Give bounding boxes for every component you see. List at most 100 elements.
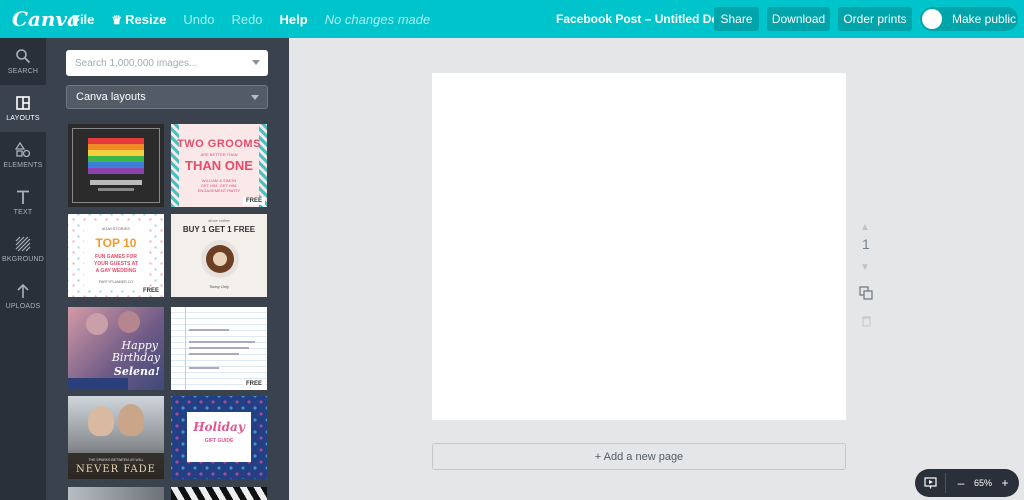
rail-uploads[interactable]: UPLOADS: [0, 273, 46, 320]
thumb-heading: Holiday: [193, 420, 245, 434]
decorative-text-block: [189, 353, 239, 355]
download-button[interactable]: Download: [767, 7, 830, 31]
free-badge: FREE: [242, 380, 265, 388]
thumb-heading: NEVER FADE: [76, 464, 156, 475]
thumb-script: Birthday: [111, 351, 160, 364]
rail-layouts[interactable]: LAYOUTS: [0, 85, 46, 132]
move-page-up-icon[interactable]: ▲: [860, 222, 870, 233]
duplicate-page-icon[interactable]: [859, 286, 873, 300]
thumb-script: Selena!: [113, 365, 160, 378]
rail-elements-label: ELEMENTS: [3, 162, 43, 169]
decorative-text-block: [189, 329, 229, 331]
menu-resize[interactable]: ♛ Resize: [111, 12, 166, 27]
thumb-detail: ENGAGEMENT PARTY: [197, 188, 241, 193]
thumb-line: FUN GAMES FOR: [95, 254, 137, 260]
delete-page-icon[interactable]: [861, 314, 872, 327]
decorative-text-block: [189, 341, 255, 343]
thumb-footer: PARTYPLANNER.CO: [98, 280, 134, 284]
share-button[interactable]: Share: [714, 7, 759, 31]
layout-source-select[interactable]: Canva layouts: [66, 85, 268, 109]
layout-thumb-never-fade[interactable]: THE SPARKS BETWEEN US WILL NEVER FADE: [68, 396, 164, 479]
shapes-icon: [15, 142, 31, 158]
design-page[interactable]: [432, 73, 846, 420]
move-page-down-icon[interactable]: ▼: [860, 262, 870, 273]
crown-icon: ♛: [111, 12, 123, 27]
menu-redo[interactable]: Redo: [231, 12, 262, 27]
layout-thumb-letter[interactable]: FREE: [171, 307, 267, 390]
layout-thumb-rainbow[interactable]: [68, 124, 164, 207]
layout-thumb-partial[interactable]: [68, 487, 164, 500]
zoom-out-button[interactable]: –: [952, 476, 970, 490]
free-badge: FREE: [242, 197, 265, 205]
menu-help[interactable]: Help: [280, 12, 308, 27]
photo-face: [88, 406, 114, 436]
image-search-input[interactable]: Search 1,000,000 images...: [66, 50, 268, 76]
zoom-level: 65%: [973, 478, 992, 488]
layouts-panel: Search 1,000,000 images... Canva layouts…: [46, 38, 289, 500]
presentation-icon: [923, 477, 937, 489]
decorative-text-block: [90, 180, 142, 185]
rail-text-label: TEXT: [13, 209, 33, 216]
thumb-subheading: GIFT GUIDE: [204, 438, 234, 444]
page-number: 1: [862, 236, 870, 252]
rail-search-label: SEARCH: [7, 68, 39, 75]
layout-source-value: Canva layouts: [76, 91, 146, 103]
thumb-heading: BUY 1 GET 1 FREE: [182, 225, 256, 234]
thumb-line: A GAY WEDDING: [95, 268, 137, 274]
rail-layouts-label: LAYOUTS: [6, 115, 40, 122]
add-page-button[interactable]: + Add a new page: [432, 443, 846, 470]
layouts-icon: [16, 96, 30, 110]
main-menu: File ♛ Resize Undo Redo Help No changes m…: [72, 12, 430, 27]
footer-band: [68, 378, 128, 390]
rail-background[interactable]: BKGROUND: [0, 226, 46, 273]
background-icon: [15, 236, 31, 252]
upload-arrow-icon: [17, 283, 29, 298]
left-rail: SEARCH LAYOUTS ELEMENTS TEXT BKGROUND UP…: [0, 38, 46, 500]
thumb-heading: TOP 10: [95, 236, 137, 250]
menu-undo[interactable]: Undo: [183, 12, 214, 27]
chevron-down-icon[interactable]: [252, 60, 260, 65]
thumb-heading: TWO GROOMS: [177, 138, 261, 150]
decorative-text-block: [189, 367, 219, 369]
decorative-text-block: [98, 188, 134, 191]
search-icon: [16, 49, 31, 64]
layout-thumb-partial[interactable]: [171, 487, 267, 500]
present-button[interactable]: [915, 477, 945, 489]
layout-thumb-top10[interactable]: #GAYSTORIES TOP 10 FUN GAMES FOR YOUR GU…: [68, 214, 164, 297]
rail-search[interactable]: SEARCH: [0, 38, 46, 85]
save-status: No changes made: [324, 11, 431, 27]
order-prints-button[interactable]: Order prints: [838, 7, 912, 31]
photo-face: [118, 404, 144, 436]
zoom-control: – 65% +: [915, 469, 1019, 497]
margin-line: [185, 307, 186, 390]
rail-elements[interactable]: ELEMENTS: [0, 132, 46, 179]
toggle-knob: [922, 9, 942, 29]
thumb-tag: THE SPARKS BETWEEN US WILL: [88, 458, 144, 462]
chevron-down-icon: [251, 95, 259, 100]
make-public-toggle[interactable]: Make public: [920, 7, 1018, 31]
photo-face: [86, 313, 108, 335]
rainbow-flag-icon: [88, 138, 144, 174]
coffee-cup-icon: [201, 240, 239, 278]
zoom-in-button[interactable]: +: [996, 476, 1014, 490]
layout-thumb-holiday[interactable]: Holiday GIFT GUIDE: [171, 396, 267, 479]
thumb-tag: #love coffee: [208, 218, 230, 223]
rail-background-label: BKGROUND: [1, 256, 45, 263]
thumb-heading-2: THAN ONE: [185, 158, 253, 173]
menu-file[interactable]: File: [72, 12, 94, 27]
layout-thumb-two-grooms[interactable]: TWO GROOMS ARE BETTER THAN THAN ONE WILL…: [171, 124, 267, 207]
layout-thumb-coffee[interactable]: #love coffee BUY 1 GET 1 FREE Today Only: [171, 214, 267, 297]
canva-logo[interactable]: Canva: [12, 7, 80, 31]
top-bar: Canva File ♛ Resize Undo Redo Help No cha…: [0, 0, 1024, 38]
make-public-label: Make public: [952, 12, 1017, 26]
free-badge: FREE: [139, 287, 162, 295]
thumb-tag: #GAYSTORIES: [102, 226, 130, 231]
thumb-line: YOUR GUESTS AT: [94, 261, 138, 267]
rail-uploads-label: UPLOADS: [5, 303, 41, 310]
layout-thumb-birthday[interactable]: Happy Birthday Selena!: [68, 307, 164, 390]
rail-text[interactable]: TEXT: [0, 179, 46, 226]
thumb-footer: Today Only: [208, 284, 230, 289]
thumb-subheading: ARE BETTER THAN: [200, 152, 238, 157]
divider: [945, 473, 946, 493]
decorative-text-block: [189, 347, 249, 349]
